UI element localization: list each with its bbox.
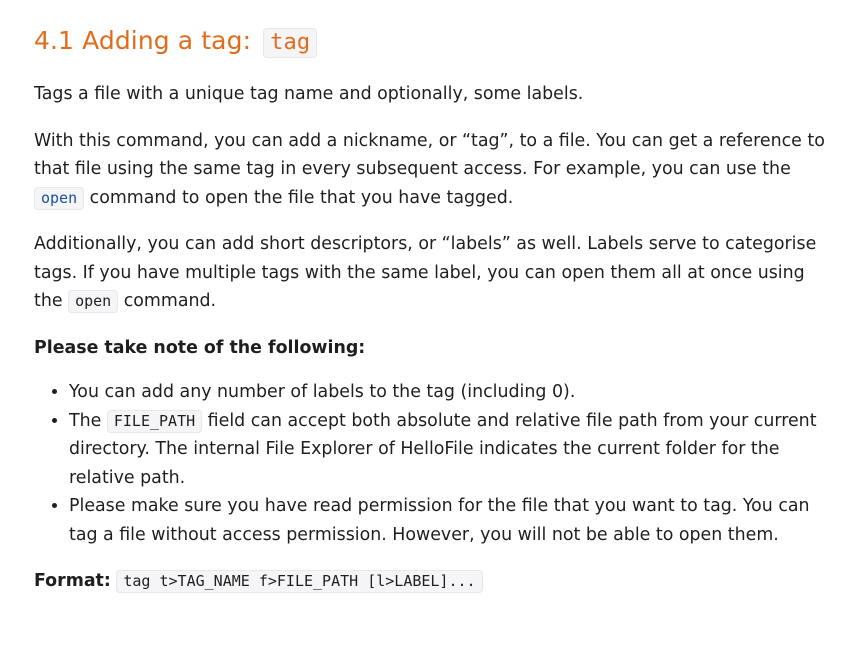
description-1-text-after: command to open the file that you have t… [84, 187, 514, 208]
section-heading-text: 4.1 Adding a tag: [34, 26, 260, 55]
note-1-text: You can add any number of labels to the … [69, 382, 576, 402]
description-paragraph-1: With this command, you can add a nicknam… [34, 127, 834, 213]
file-path-code: FILE_PATH [106, 409, 203, 433]
note-heading: Please take note of the following: [34, 337, 366, 358]
list-item: Please make sure you have read permissio… [69, 492, 834, 549]
description-2-text-after: command. [118, 291, 217, 311]
section-heading: 4.1 Adding a tag: tag [34, 20, 834, 64]
open-command-link[interactable]: open [34, 186, 85, 210]
description-paragraph-2: Additionally, you can add short descript… [34, 230, 834, 316]
document-section: 4.1 Adding a tag: tag Tags a file with a… [0, 0, 868, 596]
list-item: The FILE_PATH field can accept both abso… [69, 407, 834, 493]
format-line: Format: tag t>TAG_NAME f>FILE_PATH [l>LA… [34, 567, 834, 596]
section-heading-code: tag [263, 28, 318, 58]
note-3-text: Please make sure you have read permissio… [69, 496, 810, 545]
command-summary: Tags a file with a unique tag name and o… [34, 84, 584, 104]
notes-list: You can add any number of labels to the … [34, 378, 834, 549]
open-command-code: open [68, 290, 119, 313]
list-item: You can add any number of labels to the … [69, 378, 834, 407]
format-code: tag t>TAG_NAME f>FILE_PATH [l>LABEL]... [116, 570, 483, 593]
format-label: Format: [34, 571, 111, 591]
note-2-text-before: The [69, 410, 107, 431]
description-1-text-before: With this command, you can add a nicknam… [34, 130, 825, 180]
